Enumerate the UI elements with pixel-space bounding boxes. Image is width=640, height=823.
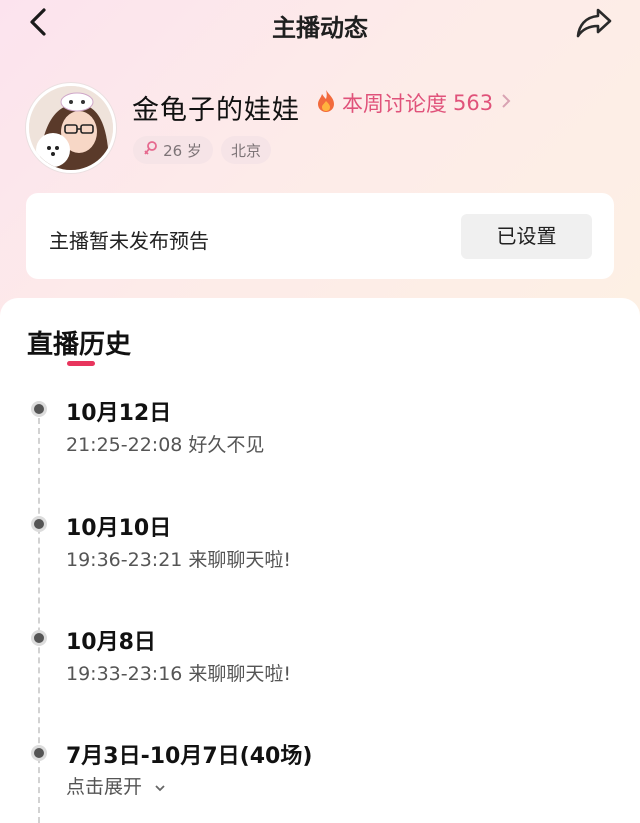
chevron-down-icon <box>154 776 166 798</box>
page-title: 主播动态 <box>272 14 368 42</box>
timeline-dot <box>31 516 47 532</box>
age-text: 26 岁 <box>163 141 202 160</box>
preview-notice-card: 主播暂未发布预告 已设置 <box>26 193 614 279</box>
history-title: 直播历史 <box>27 330 132 360</box>
timeline-dot <box>31 401 47 417</box>
discussion-label: 本周讨论度 <box>342 92 447 116</box>
entry-date: 10月8日 <box>66 630 156 655</box>
timeline-dot <box>31 630 47 646</box>
chevron-right-icon <box>501 93 511 113</box>
expand-history-link[interactable]: 点击展开 <box>66 772 166 799</box>
avatar[interactable] <box>26 83 116 173</box>
streamer-name: 金龟子的娃娃 <box>132 95 300 126</box>
entry-date: 10月10日 <box>66 516 172 541</box>
city-text: 北京 <box>230 141 261 160</box>
entry-detail: 19:36-23:21 来聊聊天啦! <box>66 549 292 571</box>
entry-detail: 19:33-23:16 来聊聊天啦! <box>66 663 292 685</box>
title-underline <box>67 361 95 366</box>
notice-text: 主播暂未发布预告 <box>49 229 209 253</box>
city-tag: 北京 <box>221 136 271 164</box>
top-nav-bar: 主播动态 <box>0 0 640 48</box>
discussion-count: 563 <box>453 91 494 115</box>
timeline-dot <box>31 745 47 761</box>
female-icon <box>144 140 158 160</box>
share-icon[interactable] <box>574 4 614 40</box>
weekly-discussion-link[interactable]: 本周讨论度 563 <box>316 90 511 116</box>
age-tag: 26 岁 <box>133 136 213 164</box>
reminder-set-button[interactable]: 已设置 <box>461 214 592 259</box>
entry-date: 7月3日-10月7日(40场) <box>66 744 313 769</box>
expand-text: 点击展开 <box>66 776 143 798</box>
fire-icon <box>316 89 336 117</box>
entry-detail: 21:25-22:08 好久不见 <box>66 434 265 456</box>
entry-date: 10月12日 <box>66 401 172 426</box>
